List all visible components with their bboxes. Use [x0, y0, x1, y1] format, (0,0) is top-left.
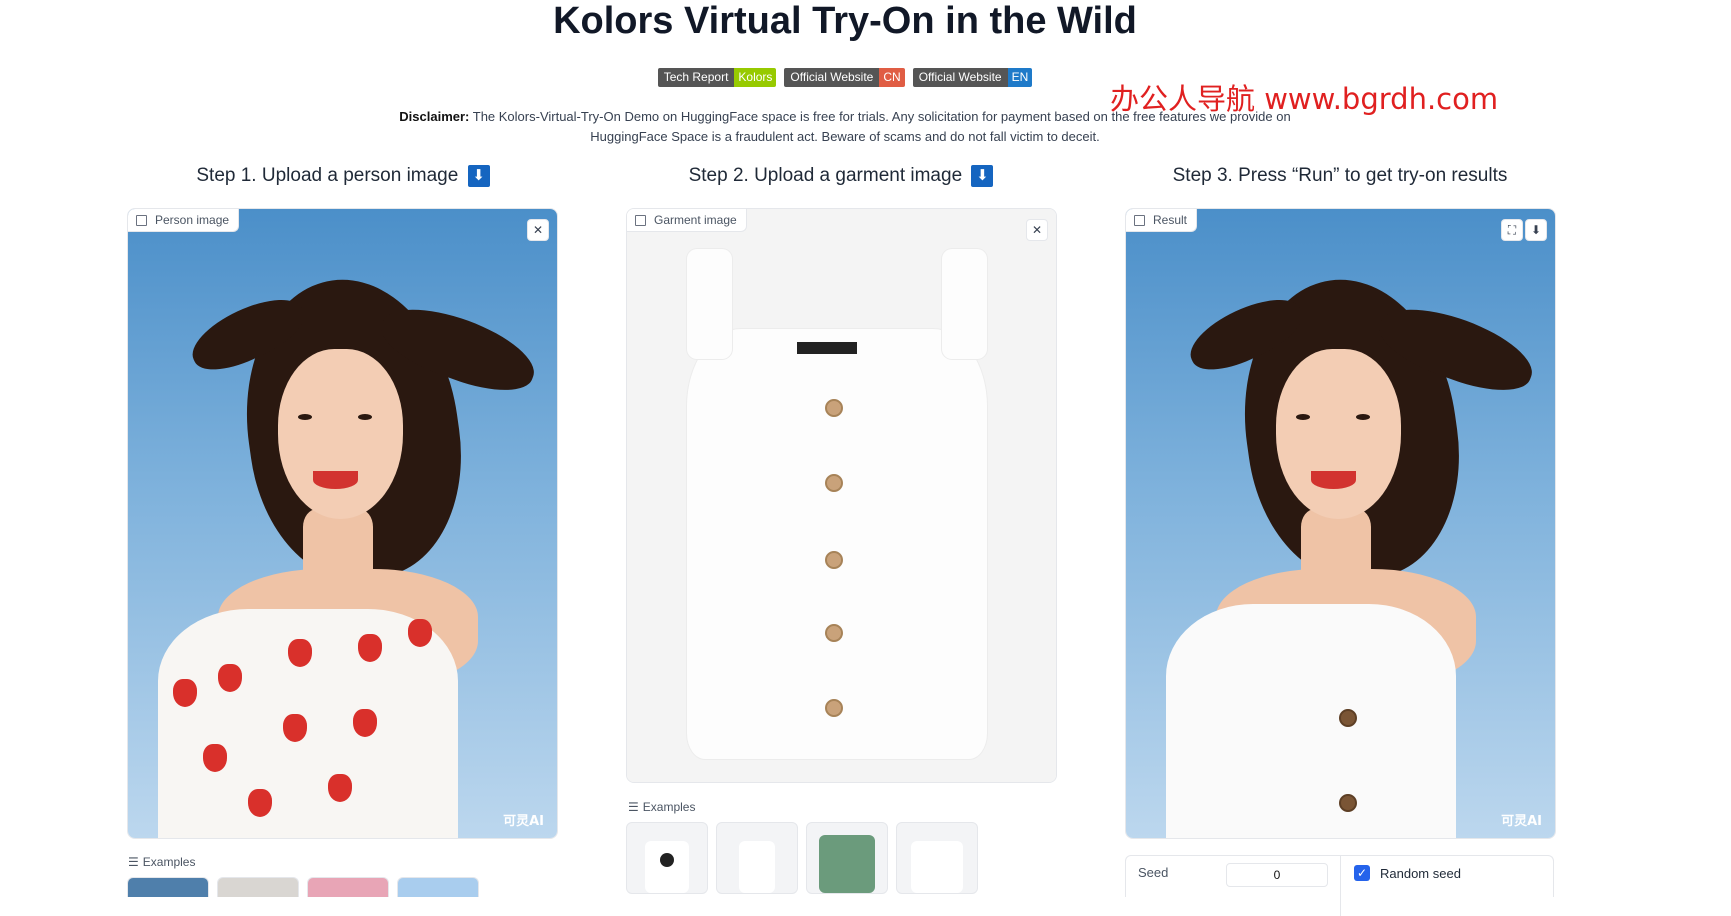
garment-example-3[interactable]: [806, 822, 888, 894]
step3-heading: Step 3. Press “Run” to get try-on result…: [1172, 165, 1508, 186]
disclaimer-text: The Kolors-Virtual-Try-On Demo on Huggin…: [469, 109, 1291, 144]
garment-example-4[interactable]: [896, 822, 978, 894]
page-title: Kolors Virtual Try-On in the Wild: [553, 0, 1137, 42]
garment-example-2[interactable]: [716, 822, 798, 894]
seed-input[interactable]: 0: [1226, 863, 1328, 887]
badge-official-cn[interactable]: Official Website CN: [784, 68, 905, 87]
badge-tech-report[interactable]: Tech Report Kolors: [657, 68, 777, 87]
seed-label: Seed: [1138, 865, 1169, 880]
garment-example-1[interactable]: [626, 822, 708, 894]
fullscreen-icon[interactable]: ⛶: [1501, 219, 1523, 241]
image-icon: [1134, 214, 1145, 226]
disclaimer: Disclaimer: The Kolors-Virtual-Try-On De…: [390, 107, 1300, 147]
garment-image-panel[interactable]: Garment image ✕: [626, 208, 1057, 783]
ai-logo: 可灵AI: [503, 814, 544, 829]
garment-examples-label: ☰ Examples: [628, 800, 696, 814]
step2-heading: Step 2. Upload a garment image ⬇: [626, 165, 1056, 187]
garment-image-label: Garment image: [627, 209, 747, 232]
person-examples-label: ☰ Examples: [128, 855, 196, 869]
down-arrow-icon: ⬇: [971, 165, 994, 187]
result-panel: Result ⛶ ⬇ 可灵AI: [1125, 208, 1556, 839]
person-image-panel[interactable]: Person image ✕ 可灵AI: [127, 208, 558, 839]
clear-person-button[interactable]: ✕: [527, 219, 549, 241]
clear-garment-button[interactable]: ✕: [1026, 219, 1048, 241]
person-example-4[interactable]: [397, 877, 479, 897]
download-icon[interactable]: ⬇: [1525, 219, 1547, 241]
ai-logo: 可灵AI: [1501, 814, 1542, 829]
image-icon: [635, 214, 646, 226]
person-image-label: Person image: [128, 209, 240, 232]
white-top: [1166, 604, 1456, 838]
person-example-3[interactable]: [307, 877, 389, 897]
person-example-1[interactable]: [127, 877, 209, 897]
random-seed-checkbox[interactable]: ✓: [1354, 865, 1370, 881]
list-icon: ☰: [128, 855, 139, 869]
random-seed-label: Random seed: [1380, 866, 1461, 881]
badge-official-en[interactable]: Official Website EN: [912, 68, 1033, 87]
step1-heading: Step 1. Upload a person image ⬇: [128, 165, 558, 187]
image-icon: [136, 214, 147, 226]
person-example-2[interactable]: [217, 877, 299, 897]
result-label: Result: [1126, 209, 1198, 232]
disclaimer-label: Disclaimer:: [399, 109, 470, 124]
seed-controls: Seed 0 ✓ Random seed: [1125, 855, 1554, 916]
garment-tag: [797, 342, 857, 354]
list-icon: ☰: [628, 800, 639, 814]
down-arrow-icon: ⬇: [467, 165, 490, 187]
